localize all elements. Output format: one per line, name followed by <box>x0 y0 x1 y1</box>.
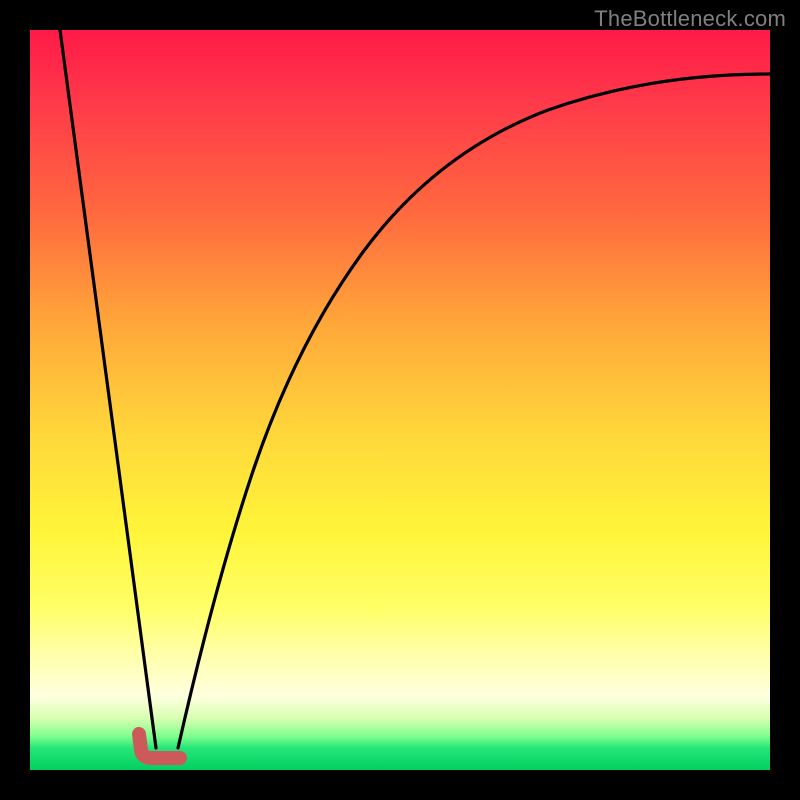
series-right-curve <box>178 74 770 748</box>
series-left-descent <box>60 30 156 748</box>
watermark-text: TheBottleneck.com <box>594 6 786 32</box>
chart-svg <box>30 30 770 770</box>
chart-frame: TheBottleneck.com <box>0 0 800 800</box>
plot-area <box>30 30 770 770</box>
minimum-marker <box>139 734 180 758</box>
